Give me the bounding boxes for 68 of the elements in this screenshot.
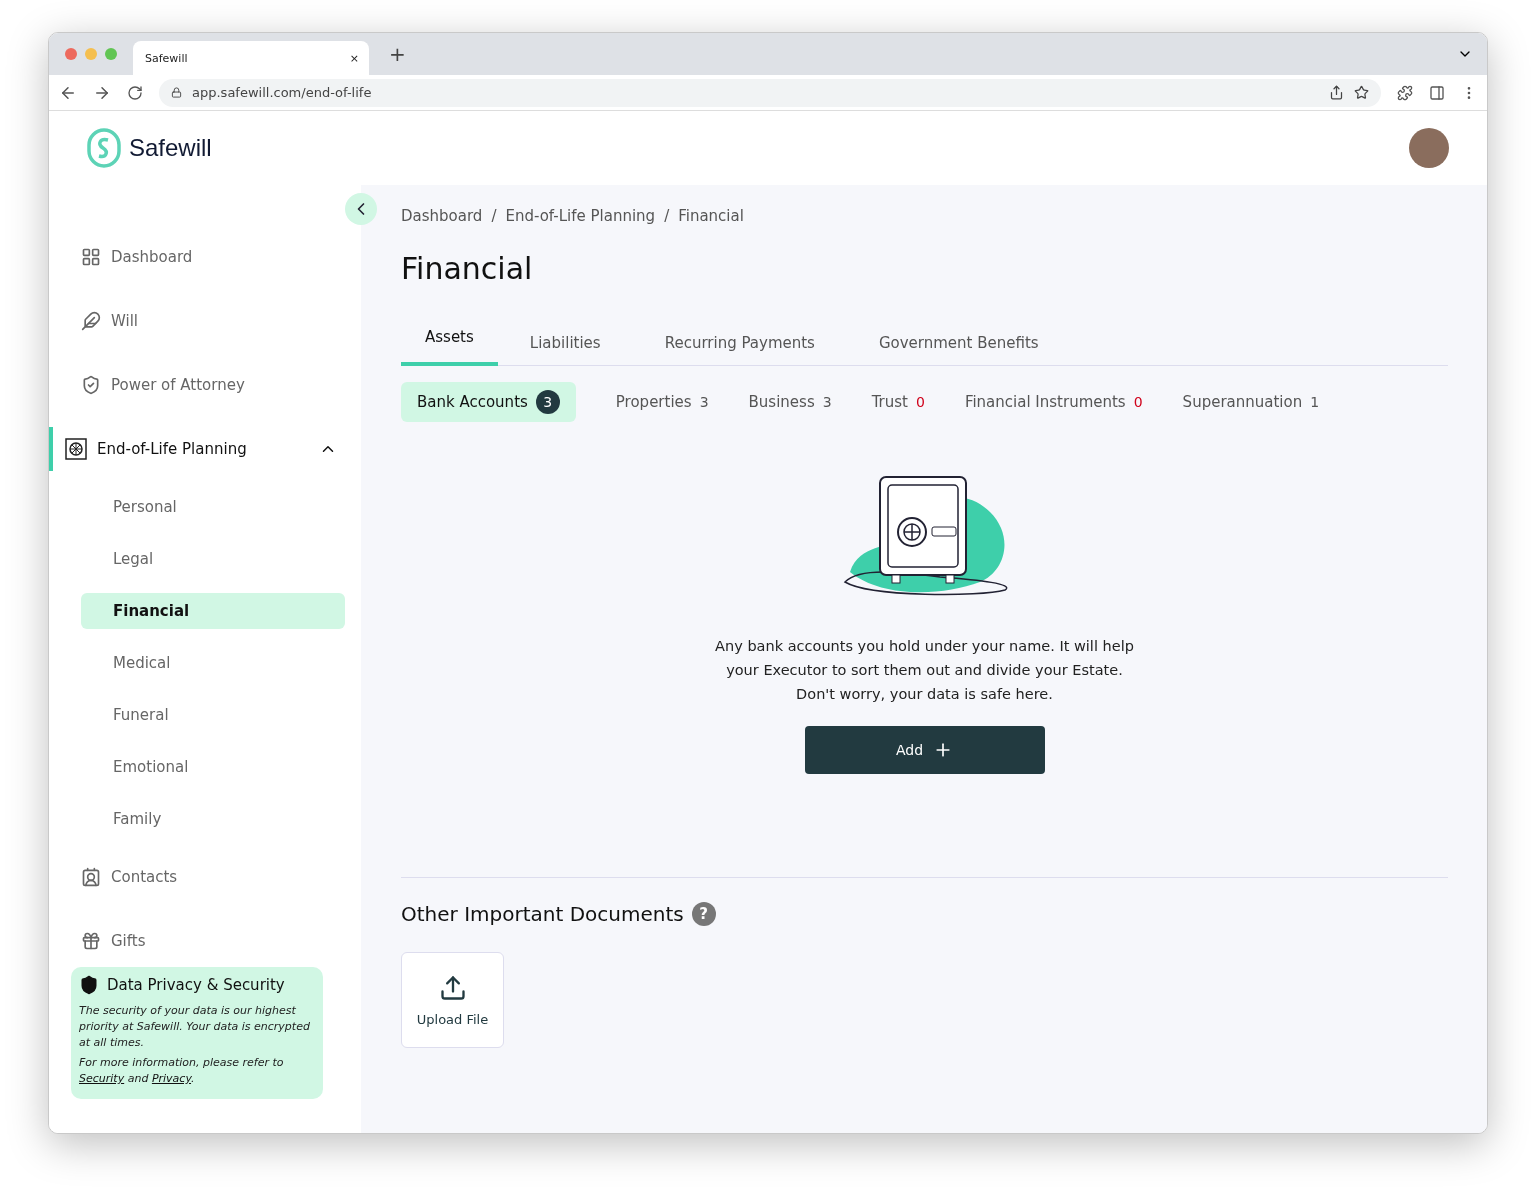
- tab[interactable]: Liabilities: [497, 328, 633, 365]
- privacy-note: For more information, please refer to Security and Privacy.: [79, 1055, 285, 1087]
- minimize-window-dot[interactable]: [85, 48, 97, 60]
- star-icon[interactable]: [1354, 85, 1369, 100]
- count-label: 3: [699, 394, 709, 410]
- shield-icon: [81, 375, 101, 395]
- add-button[interactable]: Add: [804, 726, 1045, 774]
- avatar[interactable]: [1409, 128, 1449, 168]
- count-label: 3: [822, 394, 832, 410]
- count-label: 1: [1310, 394, 1320, 410]
- reload-icon[interactable]: [127, 84, 143, 101]
- logo[interactable]: Safewill: [87, 128, 212, 168]
- browser-tab[interactable]: Safewill ×: [133, 41, 369, 75]
- share-icon[interactable]: [1329, 85, 1344, 100]
- upload-icon: [438, 973, 467, 1002]
- tab[interactable]: Assets: [401, 328, 498, 366]
- sidebar-item[interactable]: Will: [49, 299, 361, 343]
- breadcrumb-separator: /: [664, 207, 670, 225]
- shield-icon: [79, 975, 99, 995]
- contact-card-icon: [81, 867, 101, 887]
- security-link[interactable]: Security: [79, 1072, 125, 1085]
- logo-icon: [87, 128, 121, 168]
- breadcrumb-link[interactable]: End-of-Life Planning: [505, 207, 656, 225]
- sidebar-subitem[interactable]: Emotional: [81, 749, 345, 785]
- category-tab[interactable]: Trust 0: [871, 382, 925, 422]
- sidebar-item[interactable]: Gifts: [49, 919, 361, 963]
- category-tab[interactable]: Superannuation 1: [1182, 382, 1320, 422]
- category-tab[interactable]: Business 3: [748, 382, 832, 422]
- tab-close-button[interactable]: ×: [349, 51, 359, 65]
- category-tab[interactable]: Bank Accounts 3: [401, 382, 576, 422]
- gift-icon: [81, 931, 101, 951]
- count-label: 0: [1133, 394, 1143, 410]
- sidebar-subitem[interactable]: Financial: [81, 593, 345, 629]
- empty-state-text: Any bank accounts you hold under your name. It will help your Executor to sort them out and divide your Estate. Don't worry, your data is safe here.: [715, 637, 1134, 704]
- lock-icon: [171, 87, 182, 98]
- count-label: 3: [543, 394, 553, 410]
- new-tab-button[interactable]: +: [389, 42, 406, 66]
- sidebar-subitem[interactable]: Family: [81, 801, 345, 837]
- privacy-title: Data Privacy & Security: [107, 976, 285, 994]
- count-label: 0: [915, 394, 925, 410]
- page-title: Financial: [401, 251, 534, 286]
- sidebar-subitem[interactable]: Medical: [81, 645, 345, 681]
- tab[interactable]: Government Benefits: [846, 328, 1071, 365]
- privacy-text: The security of your data is our highest priority at Safewill. Your data is encrypted at all times.: [79, 1003, 311, 1051]
- sidebar-subitem[interactable]: Legal: [81, 541, 345, 577]
- sidebar-subitem[interactable]: Funeral: [81, 697, 345, 733]
- tab[interactable]: Recurring Payments: [632, 328, 847, 365]
- breadcrumb-link[interactable]: Financial: [678, 207, 744, 225]
- sidebar-item[interactable]: Dashboard: [49, 235, 361, 279]
- puzzle-icon[interactable]: [1397, 84, 1413, 101]
- collapse-sidebar-button[interactable]: [345, 193, 377, 225]
- help-icon[interactable]: ?: [691, 902, 716, 926]
- sidebar-item[interactable]: Contacts: [49, 855, 361, 899]
- side-panel-icon[interactable]: [1429, 84, 1445, 101]
- address-bar[interactable]: app.safewill.com/end-of-life: [159, 78, 1381, 107]
- maximize-window-dot[interactable]: [105, 48, 117, 60]
- category-tab[interactable]: Financial Instruments 0: [964, 382, 1143, 422]
- category-tab[interactable]: Properties 3: [615, 382, 709, 422]
- feather-icon: [81, 311, 101, 331]
- sidebar-subitem[interactable]: Personal: [81, 489, 345, 525]
- dashboard-icon: [81, 247, 101, 267]
- upload-file-button[interactable]: Upload File: [401, 952, 504, 1048]
- wheel-icon: [65, 438, 87, 460]
- section-title: Other Important Documents: [401, 902, 684, 926]
- breadcrumb-separator: /: [491, 207, 497, 225]
- sidebar-item[interactable]: Power of Attorney: [49, 363, 361, 407]
- close-window-dot[interactable]: [65, 48, 77, 60]
- breadcrumb-link[interactable]: Dashboard: [401, 207, 483, 225]
